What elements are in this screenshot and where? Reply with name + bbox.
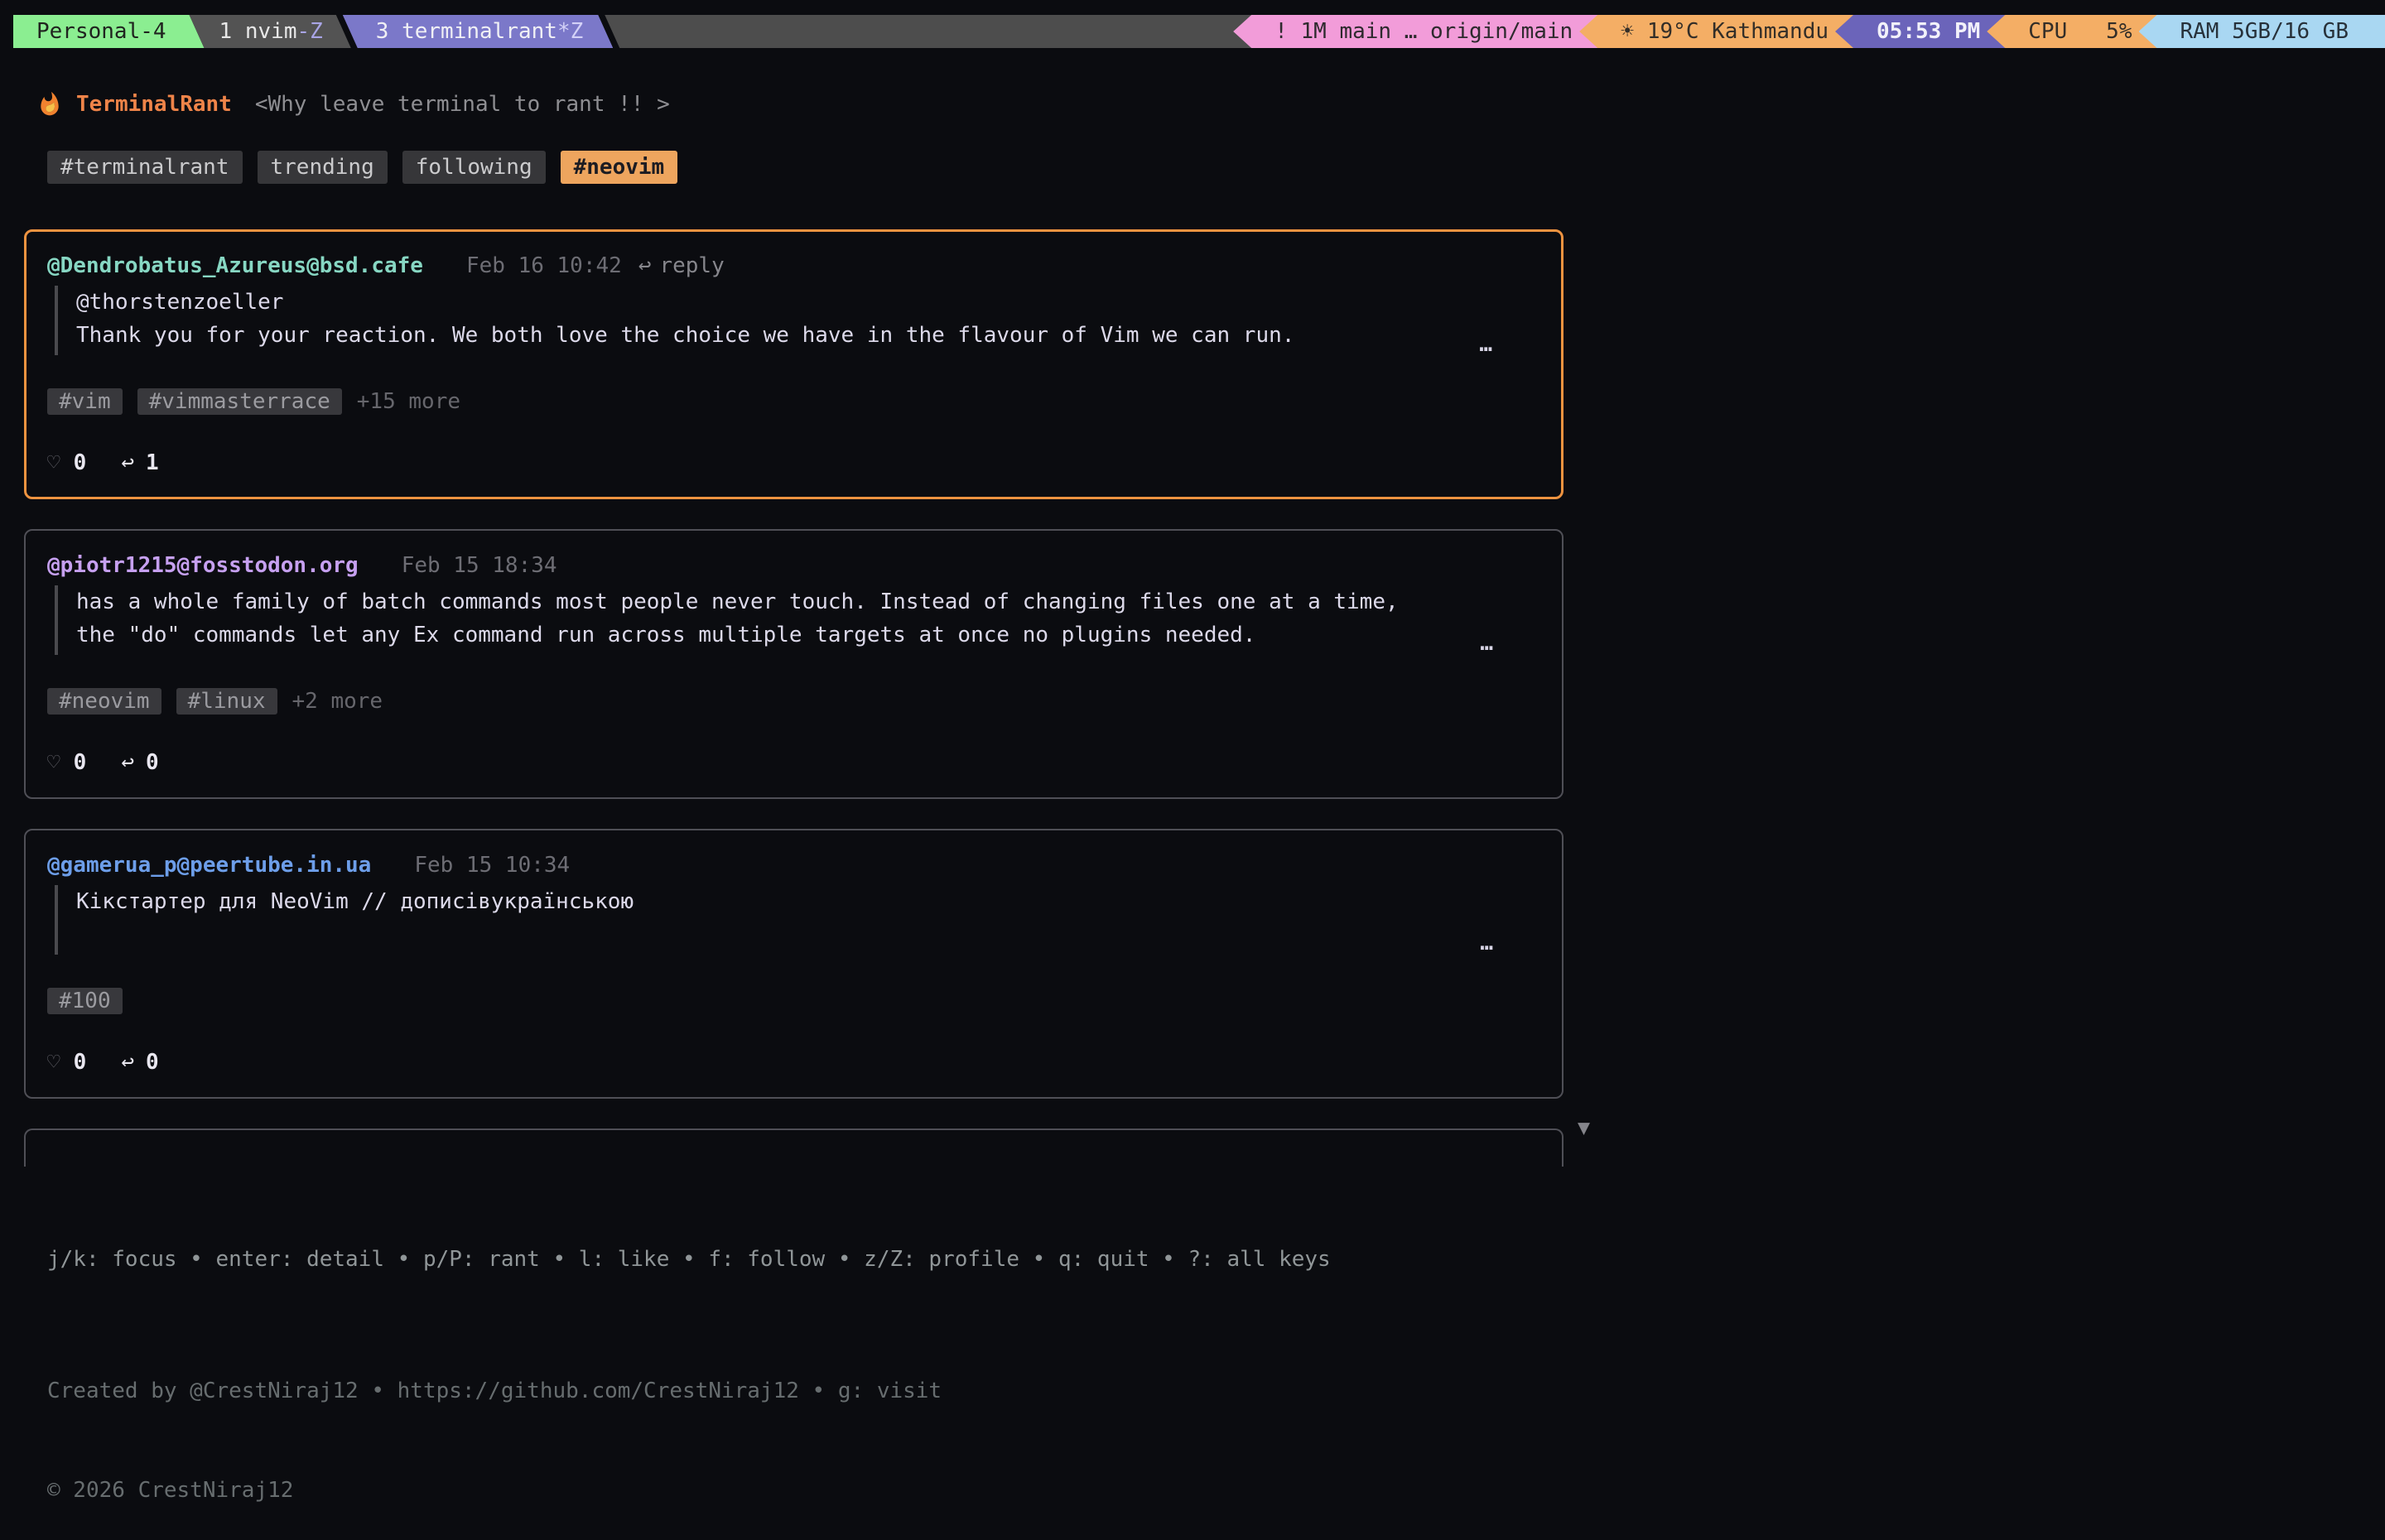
post-line: Thank you for your reaction. We both lov… [76,319,1540,352]
reply-count: 0 [146,746,159,779]
heart-icon[interactable]: ♡ [47,746,60,779]
created-by-line: Created by @CrestNiraj12 • https://githu… [47,1374,942,1408]
post-tags: #neovim #linux +2 more [47,688,1540,715]
feed-tabs: #terminalrant trending following #neovim [47,151,677,184]
post-line: @thorstenzoeller [76,286,1540,319]
post-content: Кікстартер для NeoVim // дописівукраїнсь… [55,885,1540,955]
post-line: has a whole family of batch commands mos… [76,585,1540,618]
like-count: 0 [74,746,87,779]
tmux-bar-filler [605,15,1251,48]
reply-icon[interactable]: ↩ [121,446,134,479]
post-line: Кікстартер для NeoVim // дописівукраїнсь… [76,885,1540,918]
tag-chip[interactable]: #neovim [47,688,161,715]
more-tags-label: +2 more [292,685,383,718]
post-author[interactable]: @piotr1215@fosstodon.org [47,549,359,582]
post-header: @gamerua_p@peertube.in.ua Feb 15 10:34 [47,849,1540,882]
git-status-segment: ! 1M main … origin/main [1233,15,1597,48]
copyright-line: © 2026 CrestNiraj12 [47,1474,942,1507]
scroll-down-icon: ▼ [1578,1111,1590,1144]
post-tags: #vim #vimmasterrace +15 more [47,388,1540,415]
post-card[interactable]: @piotr1215@fosstodon.org Feb 15 18:34 ha… [24,529,1564,799]
window-flag: -Z [296,19,322,44]
keybindings-help: j/k: focus • enter: detail • p/P: rant •… [47,1243,1331,1276]
post-line: the "do" commands let any Ex command run… [76,618,1540,652]
post-content: @thorstenzoeller Thank you for your reac… [55,286,1540,355]
app-tagline: <Why leave terminal to rant !! > [255,88,670,121]
app-credits: Created by @CrestNiraj12 • https://githu… [47,1308,942,1540]
post-author[interactable]: @gamerua_p@peertube.in.ua [47,849,371,882]
more-actions-icon[interactable]: … [1480,627,1496,660]
heart-icon[interactable]: ♡ [47,446,60,479]
post-date: Feb 15 10:34 [414,849,570,882]
tmux-session-tab[interactable]: Personal-4 [13,15,205,48]
tmux-window-tab-nvim[interactable]: 1 nvim-Z [190,15,351,48]
post-card[interactable]: @Dendrobatus_Azureus@bsd.cafe Feb 16 10:… [24,229,1564,499]
tab-neovim[interactable]: #neovim [561,151,678,184]
app-header: TerminalRant <Why leave terminal to rant… [36,86,670,123]
more-tags-label: +15 more [357,385,460,418]
like-count: 0 [74,1046,87,1079]
window-flag: *Z [557,19,583,44]
tag-chip[interactable]: #vim [47,388,123,415]
post-content: has a whole family of batch commands mos… [55,585,1540,655]
weather-segment: ☀ 19°C Kathmandu [1579,15,1853,48]
post-author[interactable]: @Dendrobatus_Azureus@bsd.cafe [47,249,423,282]
post-date: Feb 16 10:42 [466,249,622,282]
post-card-partial[interactable] [24,1129,1564,1167]
ram-segment: RAM 5GB/16 GB [2139,15,2385,48]
post-card[interactable]: @gamerua_p@peertube.in.ua Feb 15 10:34 К… [24,829,1564,1099]
tmux-status-bar: Personal-4 1 nvim-Z 3 terminalrant*Z ! 1… [0,15,2385,48]
reply-label: reply [659,253,724,278]
more-actions-icon[interactable]: … [1479,328,1495,361]
reply-icon: ↩ [638,253,652,278]
reply-count: 1 [146,446,159,479]
post-stats: ♡ 0 ↩ 0 [47,746,1540,779]
tag-chip[interactable]: #100 [47,988,123,1014]
clock-segment: 05:53 PM [1835,15,2005,48]
post-date: Feb 15 18:34 [402,549,557,582]
tab-following[interactable]: following [402,151,546,184]
post-tags: #100 [47,988,1540,1014]
tag-chip[interactable]: #linux [176,688,277,715]
tab-trending[interactable]: trending [258,151,388,184]
reply-count: 0 [146,1046,159,1079]
reply-icon[interactable]: ↩ [121,746,134,779]
window-label: 3 terminalrant [376,19,557,44]
post-feed: @Dendrobatus_Azureus@bsd.cafe Feb 16 10:… [24,229,1564,1167]
like-count: 0 [74,446,87,479]
reply-indicator: ↩ reply [638,249,725,282]
tmux-window-tab-terminalrant[interactable]: 3 terminalrant*Z [343,15,613,48]
flame-icon [36,89,63,120]
post-stats: ♡ 0 ↩ 0 [47,1046,1540,1079]
weather-text: 19°C Kathmandu [1647,19,1828,44]
app-title: TerminalRant [76,88,232,121]
window-label: 1 nvim [219,19,297,44]
post-stats: ♡ 0 ↩ 1 [47,446,1540,479]
cpu-segment: CPU 5% [1987,15,2156,48]
tag-chip[interactable]: #vimmasterrace [137,388,342,415]
post-header: @piotr1215@fosstodon.org Feb 15 18:34 [47,549,1540,582]
sun-icon: ☀ [1621,19,1634,44]
reply-icon[interactable]: ↩ [121,1046,134,1079]
more-actions-icon[interactable]: … [1480,926,1496,960]
heart-icon[interactable]: ♡ [47,1046,60,1079]
post-header: @Dendrobatus_Azureus@bsd.cafe Feb 16 10:… [47,249,1540,282]
tab-terminalrant[interactable]: #terminalrant [47,151,243,184]
